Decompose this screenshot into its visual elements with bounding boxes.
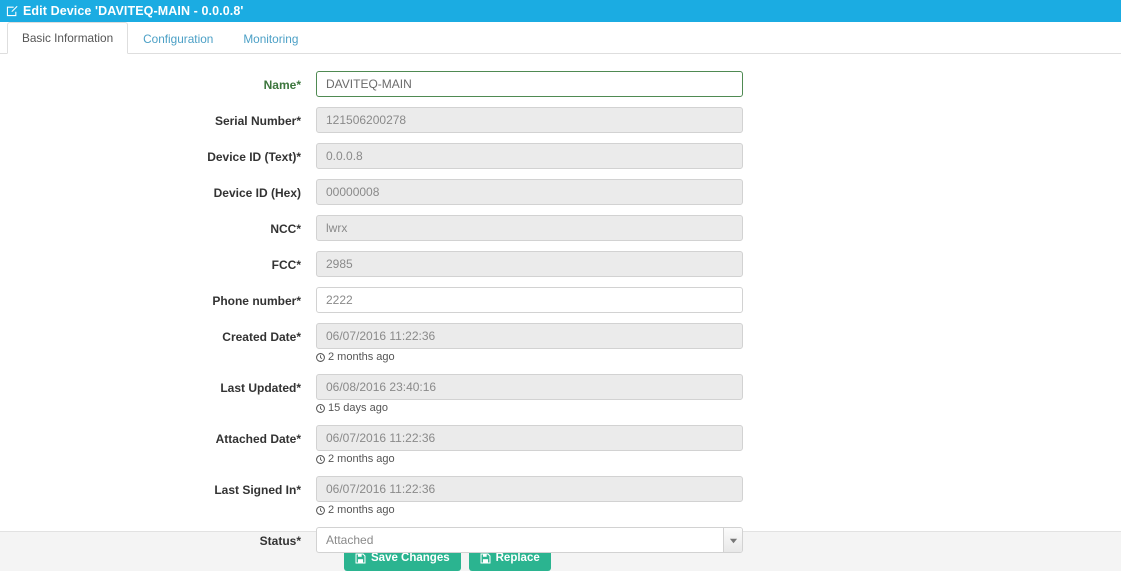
panel-header: Edit Device 'DAVITEQ-MAIN - 0.0.0.8'	[0, 0, 1121, 22]
device-id-text-input	[316, 143, 743, 169]
basic-information-form: Name* Serial Number* Device ID (Text)* D…	[0, 54, 1121, 553]
label-phone-number: Phone number*	[212, 294, 301, 308]
label-fcc: FCC*	[271, 258, 301, 272]
replace-label: Replace	[495, 552, 540, 564]
tab-basic-information[interactable]: Basic Information	[7, 22, 129, 54]
label-serial-number: Serial Number*	[214, 114, 301, 128]
last-signed-in-hint-text: 2 months ago	[328, 504, 395, 516]
label-device-id-hex: Device ID (Hex)	[213, 186, 301, 200]
status-select-value[interactable]	[316, 527, 743, 553]
field-row-phone-number: Phone number*	[0, 287, 1121, 313]
field-row-created-date: Created Date* 2 months ago	[0, 323, 1121, 364]
tab-strip: Basic Information Configuration Monitori…	[0, 22, 1121, 54]
label-name: Name*	[263, 78, 301, 92]
status-select[interactable]	[316, 527, 743, 553]
created-date-hint-text: 2 months ago	[328, 351, 395, 363]
last-signed-in-input	[316, 476, 743, 502]
field-row-fcc: FCC*	[0, 251, 1121, 277]
field-row-device-id-text: Device ID (Text)*	[0, 143, 1121, 169]
label-attached-date: Attached Date*	[215, 432, 301, 446]
field-row-attached-date: Attached Date* 2 months ago	[0, 425, 1121, 466]
label-device-id-text: Device ID (Text)*	[207, 150, 301, 164]
clock-icon	[316, 506, 325, 515]
label-ncc: NCC*	[270, 222, 301, 236]
label-created-date: Created Date*	[222, 330, 301, 344]
field-row-name: Name*	[0, 71, 1121, 97]
field-row-ncc: NCC*	[0, 215, 1121, 241]
edit-square-icon	[6, 5, 18, 17]
tab-configuration-label: Configuration	[143, 32, 214, 46]
field-row-device-id-hex: Device ID (Hex)	[0, 179, 1121, 205]
last-signed-in-hint: 2 months ago	[316, 504, 743, 517]
phone-number-input[interactable]	[316, 287, 743, 313]
tab-monitoring-label: Monitoring	[243, 32, 299, 46]
attached-date-hint: 2 months ago	[316, 453, 743, 466]
status-select-toggle[interactable]	[723, 528, 742, 552]
created-date-hint: 2 months ago	[316, 351, 743, 364]
serial-number-input	[316, 107, 743, 133]
field-row-serial-number: Serial Number*	[0, 107, 1121, 133]
panel-title: Edit Device 'DAVITEQ-MAIN - 0.0.0.8'	[23, 4, 244, 18]
fcc-input	[316, 251, 743, 277]
chevron-down-icon	[729, 538, 737, 543]
clock-icon	[316, 404, 325, 413]
label-status: Status*	[259, 534, 301, 548]
attached-date-input	[316, 425, 743, 451]
created-date-input	[316, 323, 743, 349]
save-icon	[480, 553, 491, 563]
save-icon	[355, 553, 366, 563]
field-row-last-signed-in: Last Signed In* 2 months ago	[0, 476, 1121, 517]
tab-basic-information-label: Basic Information	[22, 31, 114, 45]
label-last-signed-in: Last Signed In*	[214, 483, 301, 497]
tab-configuration[interactable]: Configuration	[128, 23, 228, 54]
last-updated-hint: 15 days ago	[316, 402, 743, 415]
last-updated-hint-text: 15 days ago	[328, 402, 388, 414]
save-changes-label: Save Changes	[371, 552, 450, 564]
clock-icon	[316, 455, 325, 464]
field-row-last-updated: Last Updated* 15 days ago	[0, 374, 1121, 415]
label-last-updated: Last Updated*	[220, 381, 301, 395]
ncc-input	[316, 215, 743, 241]
last-updated-input	[316, 374, 743, 400]
name-input[interactable]	[316, 71, 743, 97]
device-id-hex-input	[316, 179, 743, 205]
clock-icon	[316, 353, 325, 362]
tab-monitoring[interactable]: Monitoring	[228, 23, 313, 54]
attached-date-hint-text: 2 months ago	[328, 453, 395, 465]
